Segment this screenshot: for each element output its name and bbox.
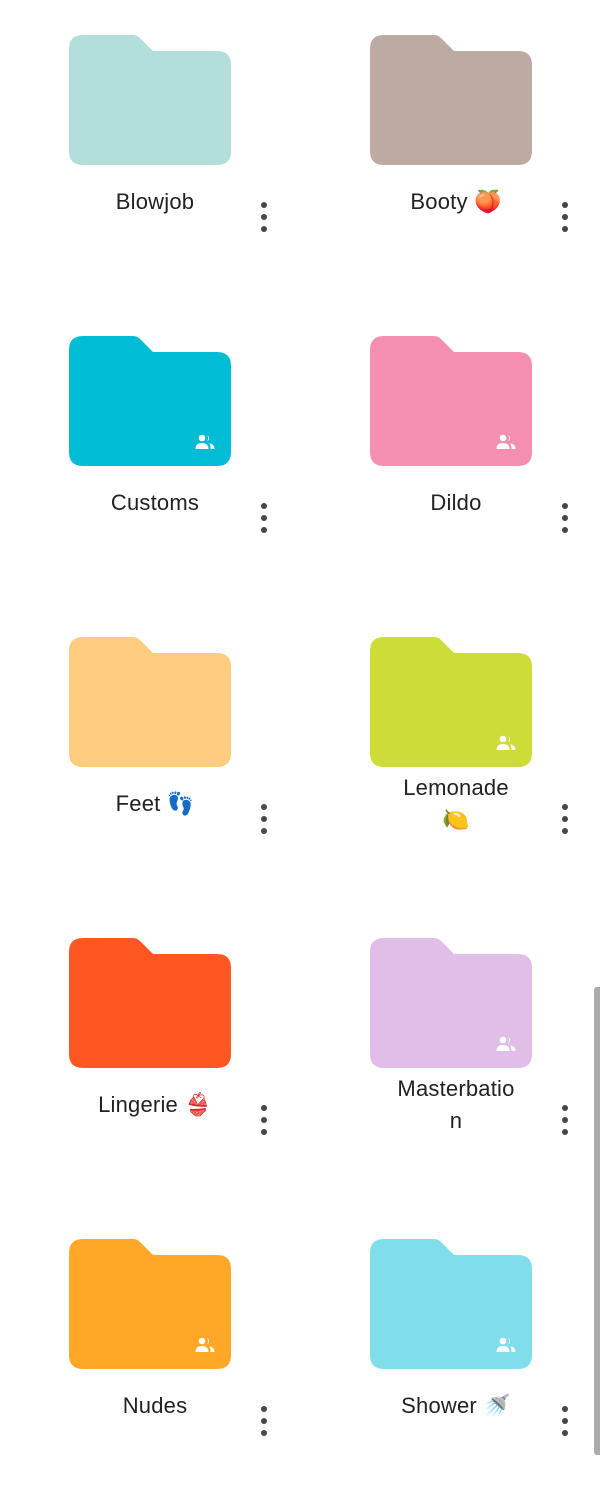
folder-icon[interactable] <box>69 336 231 466</box>
menu-dot <box>562 1117 568 1123</box>
menu-dot <box>562 515 568 521</box>
more-vert-icon[interactable] <box>557 503 573 533</box>
menu-dot <box>261 1430 267 1436</box>
folder-item[interactable]: Customs <box>0 301 300 601</box>
more-vert-icon[interactable] <box>256 1406 272 1436</box>
menu-dot <box>261 1418 267 1424</box>
menu-dot <box>261 226 267 232</box>
more-vert-icon[interactable] <box>256 503 272 533</box>
folder-icon[interactable] <box>69 1239 231 1369</box>
folder-label-wrap: Customs <box>80 487 230 567</box>
menu-dot <box>562 816 568 822</box>
folder-label-wrap: Blowjob <box>80 186 230 266</box>
menu-dot <box>261 804 267 810</box>
folder-item[interactable]: Feet 👣 <box>0 602 300 902</box>
folder-name: Masterbatio <box>397 1076 515 1101</box>
menu-dot <box>562 1105 568 1111</box>
folder-label-wrap: Lingerie 👙 <box>80 1089 230 1169</box>
shared-people-icon <box>496 434 516 450</box>
menu-dot <box>562 1430 568 1436</box>
menu-dot <box>562 226 568 232</box>
folder-item[interactable]: Nudes <box>0 1204 300 1504</box>
folder-icon[interactable] <box>69 637 231 767</box>
folder-shape <box>370 35 532 165</box>
menu-dot <box>261 503 267 509</box>
menu-dot <box>261 816 267 822</box>
menu-dot <box>261 1406 267 1412</box>
menu-dot <box>562 1418 568 1424</box>
folder-item[interactable]: Booty 🍑 <box>301 0 600 300</box>
folder-name: Feet 👣 <box>115 791 195 816</box>
menu-dot <box>562 202 568 208</box>
folder-name: Customs <box>110 490 200 515</box>
folder-name: Dildo <box>430 490 482 515</box>
folder-shape <box>69 938 231 1068</box>
menu-dot <box>261 527 267 533</box>
menu-dot <box>261 1129 267 1135</box>
scrollbar[interactable] <box>594 987 600 1455</box>
folder-label-wrap: Feet 👣 <box>80 788 230 868</box>
menu-dot <box>562 214 568 220</box>
folder-icon[interactable] <box>370 1239 532 1369</box>
folder-label-wrap: Booty 🍑 <box>381 186 531 266</box>
folder-item[interactable]: Lemonade 🍋 <box>301 602 600 902</box>
folder-shape <box>69 637 231 767</box>
shared-people-icon <box>195 434 215 450</box>
more-vert-icon[interactable] <box>557 1105 573 1135</box>
folder-item[interactable]: Lingerie 👙 <box>0 903 300 1203</box>
folder-label-wrap: Nudes <box>80 1390 230 1470</box>
menu-dot <box>562 527 568 533</box>
folder-icon[interactable] <box>370 336 532 466</box>
menu-dot <box>562 828 568 834</box>
more-vert-icon[interactable] <box>256 804 272 834</box>
more-vert-icon[interactable] <box>256 202 272 232</box>
folder-label-wrap: Lemonade 🍋 <box>381 775 531 868</box>
menu-dot <box>261 1105 267 1111</box>
folder-name-line2: 🍋 <box>442 807 470 832</box>
folder-label-wrap: Masterbatio n <box>381 1076 531 1169</box>
menu-dot <box>261 515 267 521</box>
menu-dot <box>562 804 568 810</box>
folder-icon[interactable] <box>370 35 532 165</box>
folder-label-wrap: Shower 🚿 <box>381 1390 531 1470</box>
folder-item[interactable]: Shower 🚿 <box>301 1204 600 1504</box>
more-vert-icon[interactable] <box>557 202 573 232</box>
menu-dot <box>261 202 267 208</box>
folder-name: Shower 🚿 <box>401 1393 511 1418</box>
folder-shape <box>69 35 231 165</box>
menu-dot <box>562 1129 568 1135</box>
more-vert-icon[interactable] <box>256 1105 272 1135</box>
folder-icon[interactable] <box>370 637 532 767</box>
folder-item[interactable]: Masterbatio n <box>301 903 600 1203</box>
menu-dot <box>261 828 267 834</box>
more-vert-icon[interactable] <box>557 804 573 834</box>
shared-people-icon <box>496 1337 516 1353</box>
folder-name: Lingerie 👙 <box>98 1092 212 1117</box>
shared-people-icon <box>496 735 516 751</box>
folder-label-wrap: Dildo <box>381 487 531 567</box>
menu-dot <box>562 503 568 509</box>
folder-name: Booty 🍑 <box>410 189 502 214</box>
folder-name: Nudes <box>122 1393 188 1418</box>
menu-dot <box>261 1117 267 1123</box>
folder-name: Lemonade <box>403 775 509 800</box>
folder-name: Blowjob <box>115 189 195 214</box>
folder-grid: Blowjob Booty 🍑 Customs Dildo Feet 👣 Lemonade… <box>0 0 600 1455</box>
shared-people-icon <box>195 1337 215 1353</box>
menu-dot <box>261 214 267 220</box>
folder-icon[interactable] <box>69 35 231 165</box>
shared-people-icon <box>496 1036 516 1052</box>
folder-icon[interactable] <box>69 938 231 1068</box>
menu-dot <box>562 1406 568 1412</box>
more-vert-icon[interactable] <box>557 1406 573 1436</box>
folder-icon[interactable] <box>370 938 532 1068</box>
folder-item[interactable]: Blowjob <box>0 0 300 300</box>
folder-item[interactable]: Dildo <box>301 301 600 601</box>
folder-name-line2: n <box>449 1108 463 1133</box>
